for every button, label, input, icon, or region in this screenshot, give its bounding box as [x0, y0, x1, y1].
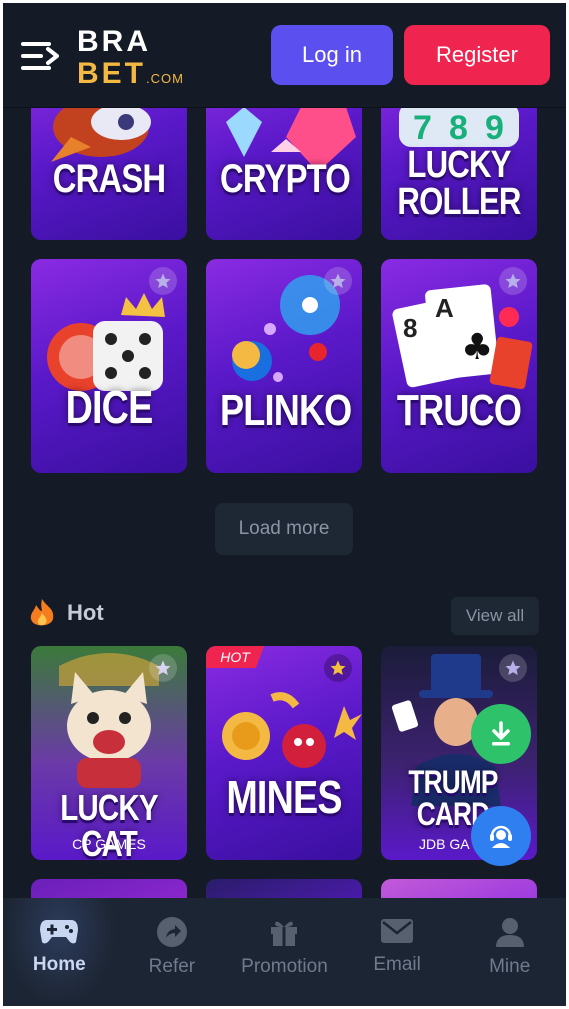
nav-item-promotion[interactable]: Promotion — [228, 898, 341, 1006]
nav-label: Email — [373, 954, 421, 975]
favorite-star-icon[interactable] — [499, 654, 527, 682]
svg-text:♣: ♣ — [461, 327, 493, 368]
game-title: MINES — [226, 771, 342, 823]
game-title: DICE — [65, 381, 154, 433]
game-title: CRYPTO — [220, 157, 351, 201]
app-frame: BRA BET.COM Log in Register CRASH CRYPTO… — [3, 3, 566, 1006]
nav-item-refer[interactable]: Refer — [116, 898, 229, 1006]
nav-label: Home — [32, 954, 86, 975]
headset-icon — [490, 825, 512, 848]
top-header: BRA BET.COM Log in Register — [3, 3, 566, 108]
nav-item-email[interactable]: Email — [341, 898, 454, 1006]
user-icon — [495, 918, 524, 947]
login-button[interactable]: Log in — [271, 25, 393, 85]
nav-label: Mine — [489, 956, 531, 977]
nav-label: Promotion — [241, 956, 328, 977]
game-title: TRUCO — [396, 386, 522, 435]
game-title: LUCKY ROLLER — [397, 144, 521, 224]
hot-section-header: Hot — [27, 597, 104, 629]
bottom-nav: Home Refer Promotion Email Mine — [3, 898, 566, 1006]
game-provider: CP GAMES — [72, 836, 146, 852]
download-icon — [492, 721, 510, 746]
svg-text:A: A — [435, 293, 454, 323]
share-icon — [156, 917, 187, 947]
download-button[interactable] — [471, 704, 531, 764]
game-tile-mines[interactable]: HOT MINES — [206, 646, 362, 860]
svg-text:8: 8 — [403, 313, 417, 343]
game-tile-truco[interactable]: 8 A ♣ TRUCO — [381, 259, 537, 473]
menu-icon[interactable] — [21, 40, 59, 72]
brand-logo[interactable]: BRA BET.COM — [77, 25, 184, 91]
favorite-star-icon[interactable] — [324, 654, 352, 682]
game-title: PLINKO — [220, 386, 352, 435]
view-all-button[interactable]: View all — [451, 597, 539, 635]
svg-text:9: 9 — [485, 109, 504, 147]
favorite-star-icon[interactable] — [149, 267, 177, 295]
favorite-star-icon[interactable] — [499, 267, 527, 295]
nav-label: Refer — [148, 956, 196, 977]
game-tile-plinko[interactable]: PLINKO — [206, 259, 362, 473]
game-tile-dice[interactable]: DICE — [31, 259, 187, 473]
support-button[interactable] — [471, 806, 531, 866]
mail-icon — [381, 919, 414, 943]
favorite-star-icon[interactable] — [324, 267, 352, 295]
flame-icon — [30, 599, 54, 626]
nav-item-mine[interactable]: Mine — [453, 898, 566, 1006]
nav-item-home[interactable]: Home — [3, 898, 116, 1006]
game-tile-lucky-cat[interactable]: LUCKY CAT CP GAMES — [31, 646, 187, 860]
game-title: CRASH — [52, 157, 166, 201]
svg-text:7: 7 — [413, 109, 432, 147]
gift-icon — [271, 921, 298, 946]
svg-text:8: 8 — [449, 109, 468, 147]
load-more-button[interactable]: Load more — [215, 503, 353, 555]
favorite-star-icon[interactable] — [149, 654, 177, 682]
section-title: Hot — [67, 600, 104, 625]
gamepad-icon — [40, 920, 79, 944]
register-button[interactable]: Register — [404, 25, 550, 85]
